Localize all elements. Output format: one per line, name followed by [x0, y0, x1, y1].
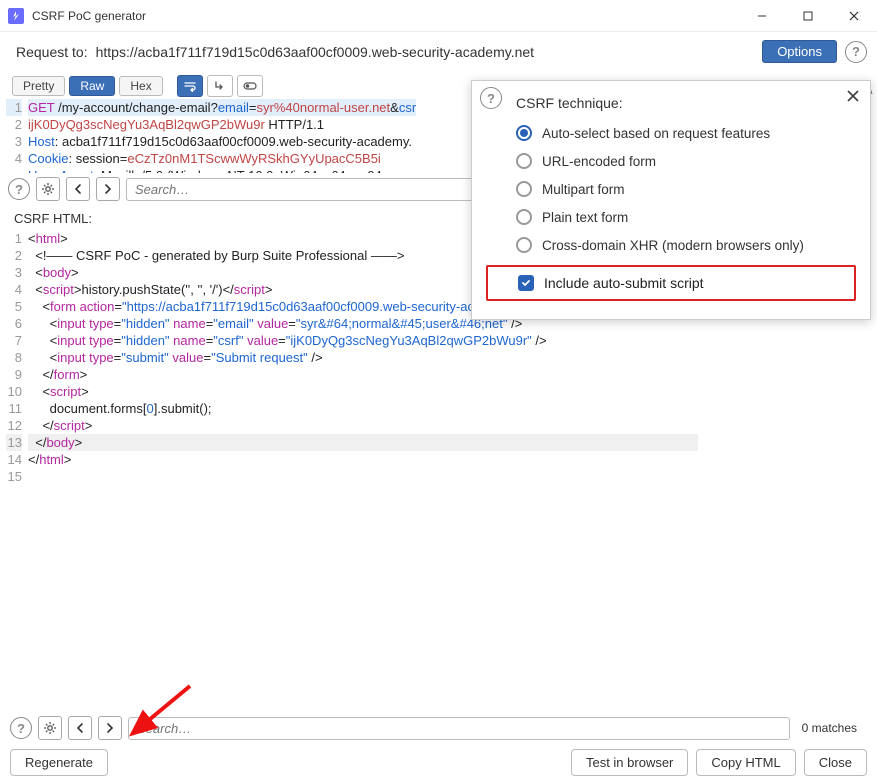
prev-arrow-icon[interactable] [68, 716, 92, 740]
radio-technique-0[interactable]: Auto-select based on request features [516, 125, 856, 141]
include-label: Include auto-submit script [544, 275, 704, 291]
radio-label: Auto-select based on request features [542, 126, 770, 141]
wrap-lines-icon[interactable] [177, 75, 203, 97]
toggle-icon[interactable] [237, 75, 263, 97]
tab-pretty[interactable]: Pretty [12, 76, 65, 96]
radio-icon[interactable] [516, 209, 532, 225]
popup-close-icon[interactable] [846, 89, 860, 106]
help-icon[interactable]: ? [845, 41, 867, 63]
html-search-row: ? 0 matches [2, 712, 871, 744]
html-search-input[interactable] [128, 717, 790, 740]
copy-html-button[interactable]: Copy HTML [696, 749, 795, 776]
request-url: https://acba1f711f719d15c0d63aaf00cf0009… [96, 44, 534, 60]
radio-icon[interactable] [516, 181, 532, 197]
include-checkbox[interactable] [518, 275, 534, 291]
window-title-bar: CSRF PoC generator [0, 0, 877, 32]
minimize-button[interactable] [739, 0, 785, 32]
help-icon[interactable]: ? [8, 178, 30, 200]
close-dialog-button[interactable]: Close [804, 749, 867, 776]
next-arrow-icon[interactable] [98, 716, 122, 740]
settings-gear-icon[interactable] [36, 177, 60, 201]
radio-technique-4[interactable]: Cross-domain XHR (modern browsers only) [516, 237, 856, 253]
options-popup: ? CSRF technique: Auto-select based on r… [471, 80, 871, 320]
help-icon[interactable]: ? [480, 87, 502, 109]
test-in-browser-button[interactable]: Test in browser [571, 749, 688, 776]
newline-icon[interactable] [207, 75, 233, 97]
prev-arrow-icon[interactable] [66, 177, 90, 201]
close-button[interactable] [831, 0, 877, 32]
match-count: 0 matches [796, 721, 863, 735]
help-icon[interactable]: ? [10, 717, 32, 739]
radio-label: Cross-domain XHR (modern browsers only) [542, 238, 804, 253]
radio-label: Multipart form [542, 182, 625, 197]
radio-technique-2[interactable]: Multipart form [516, 181, 856, 197]
tab-raw[interactable]: Raw [69, 76, 115, 96]
app-icon [8, 8, 24, 24]
maximize-button[interactable] [785, 0, 831, 32]
regenerate-button[interactable]: Regenerate [10, 749, 108, 776]
radio-technique-1[interactable]: URL-encoded form [516, 153, 856, 169]
request-row: Request to: https://acba1f711f719d15c0d6… [0, 32, 877, 75]
radio-technique-3[interactable]: Plain text form [516, 209, 856, 225]
radio-icon[interactable] [516, 153, 532, 169]
radio-icon[interactable] [516, 237, 532, 253]
popup-title: CSRF technique: [516, 95, 856, 111]
settings-gear-icon[interactable] [38, 716, 62, 740]
bottom-button-row: Regenerate Test in browser Copy HTML Clo… [0, 749, 877, 776]
tab-hex[interactable]: Hex [119, 76, 162, 96]
radio-icon[interactable] [516, 125, 532, 141]
radio-label: URL-encoded form [542, 154, 656, 169]
request-to-label: Request to: [16, 44, 88, 60]
highlight-box: Include auto-submit script [486, 265, 856, 301]
window-title: CSRF PoC generator [32, 9, 739, 23]
radio-label: Plain text form [542, 210, 628, 225]
options-button[interactable]: Options [762, 40, 837, 63]
next-arrow-icon[interactable] [96, 177, 120, 201]
